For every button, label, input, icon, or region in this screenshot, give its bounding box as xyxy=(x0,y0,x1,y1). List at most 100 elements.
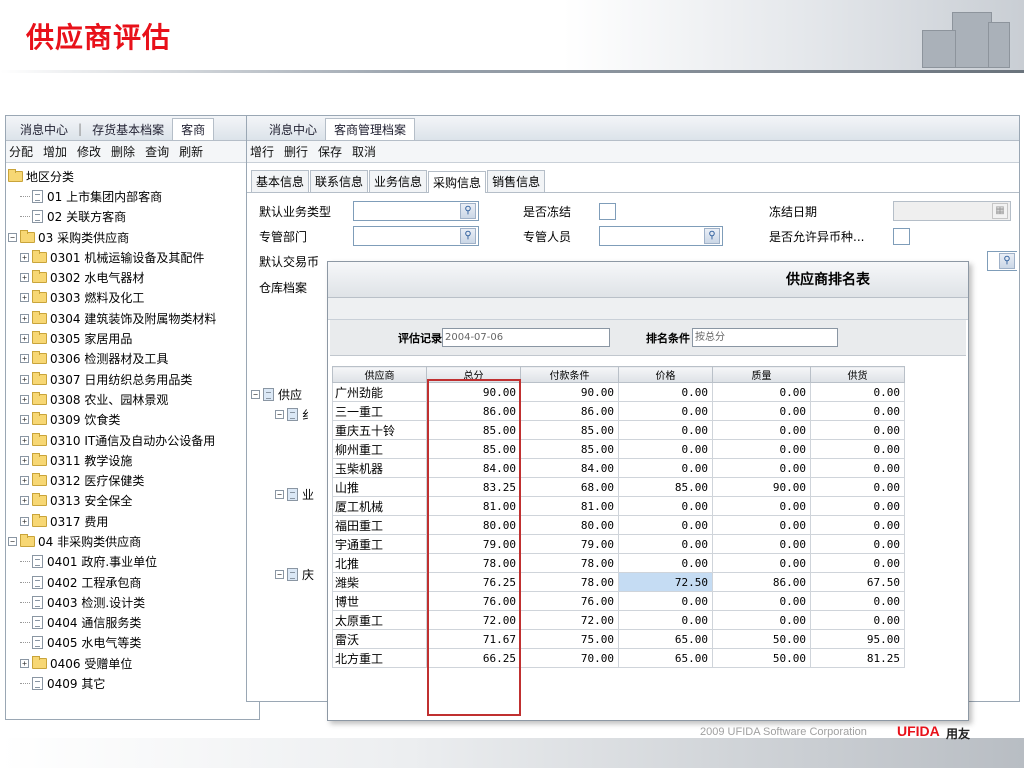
table-row[interactable]: 厦工机械 81.00 81.00 0.00 0.00 0.00 xyxy=(332,496,905,516)
query-button[interactable]: 查询 xyxy=(145,143,169,160)
column-header[interactable]: 供货 xyxy=(810,366,905,383)
expand-icon[interactable]: + xyxy=(20,658,29,668)
search-icon[interactable]: ⚲ xyxy=(460,228,476,244)
tree-node[interactable]: +0304 建筑装饰及附属物类材料 xyxy=(6,308,259,328)
expand-icon[interactable]: + xyxy=(20,394,29,404)
column-header[interactable]: 付款条件 xyxy=(520,366,619,383)
expand-icon[interactable]: + xyxy=(20,455,29,465)
tree-node[interactable]: 地区分类 xyxy=(6,166,259,186)
table-row[interactable]: 重庆五十铃 85.00 85.00 0.00 0.00 0.00 xyxy=(332,420,905,440)
tree-node[interactable]: +0301 机械运输设备及其配件 xyxy=(6,247,259,267)
frozen-checkbox[interactable] xyxy=(599,203,616,220)
expand-icon[interactable]: + xyxy=(20,516,29,526)
tab-merchant[interactable]: 客商 xyxy=(172,118,215,140)
collapse-icon[interactable]: − xyxy=(251,389,260,399)
save-button[interactable]: 保存 xyxy=(318,143,342,160)
allow-currency-checkbox[interactable] xyxy=(893,228,910,245)
table-row[interactable]: 宇通重工 79.00 79.00 0.00 0.00 0.00 xyxy=(332,534,905,554)
tab-business-info[interactable]: 业务信息 xyxy=(369,170,428,192)
currency-input[interactable]: ⚲ xyxy=(987,251,1017,271)
table-row[interactable]: 三一重工 86.00 86.00 0.00 0.00 0.00 xyxy=(332,401,905,421)
tree-node[interactable]: +0302 水电气器材 xyxy=(6,267,259,287)
column-header[interactable]: 总分 xyxy=(426,366,521,383)
table-row[interactable]: 柳州重工 85.00 85.00 0.00 0.00 0.00 xyxy=(332,439,905,459)
tree-node[interactable]: − 纟 xyxy=(275,404,314,424)
expand-icon[interactable]: + xyxy=(20,435,29,445)
tree-node[interactable]: +0303 燃料及化工 xyxy=(6,288,259,308)
tree-node[interactable]: − 03 采购类供应商 xyxy=(6,227,259,247)
tree-node[interactable]: 0401 政府.事业单位 xyxy=(6,552,259,572)
column-header[interactable]: 供应商 xyxy=(332,366,427,383)
tab-message-center[interactable]: 消息中心 xyxy=(261,118,325,140)
expand-icon[interactable]: + xyxy=(20,252,29,262)
tree-node[interactable]: +0312 医疗保健类 xyxy=(6,470,259,490)
search-icon[interactable]: ⚲ xyxy=(704,228,720,244)
table-row[interactable]: 太原重工 72.00 72.00 0.00 0.00 0.00 xyxy=(332,610,905,630)
collapse-icon[interactable]: − xyxy=(275,569,284,579)
table-row[interactable]: 玉柴机器 84.00 84.00 0.00 0.00 0.00 xyxy=(332,458,905,478)
tree-node[interactable]: 0405 水电气等类 xyxy=(6,633,259,653)
column-header[interactable]: 价格 xyxy=(618,366,713,383)
expand-icon[interactable]: + xyxy=(20,293,29,303)
table-row[interactable]: 北方重工 66.25 70.00 65.00 50.00 81.25 xyxy=(332,648,905,668)
tree-node[interactable]: +0311 教学设施 xyxy=(6,450,259,470)
search-icon[interactable]: ⚲ xyxy=(460,203,476,219)
delete-button[interactable]: 删除 xyxy=(111,143,135,160)
collapse-icon[interactable]: − xyxy=(275,489,284,499)
tree-node[interactable]: +0308 农业、园林景观 xyxy=(6,389,259,409)
table-row[interactable]: 山推 83.25 68.00 85.00 90.00 0.00 xyxy=(332,477,905,497)
expand-icon[interactable]: + xyxy=(20,273,29,283)
tree-node[interactable]: +0313 安全保全 xyxy=(6,491,259,511)
tree-node[interactable]: 0403 检测.设计类 xyxy=(6,592,259,612)
tree-node[interactable]: +0309 饮食类 xyxy=(6,410,259,430)
expand-icon[interactable]: + xyxy=(20,496,29,506)
tab-merchant-archive[interactable]: 客商管理档案 xyxy=(325,118,416,140)
tree-node[interactable]: +0305 家居用品 xyxy=(6,328,259,348)
table-row[interactable]: 广州劲能 90.00 90.00 0.00 0.00 0.00 xyxy=(332,382,905,402)
expand-icon[interactable]: + xyxy=(20,374,29,384)
table-row[interactable]: 潍柴 76.25 78.00 72.50 86.00 67.50 xyxy=(332,572,905,592)
frozen-date-input[interactable]: ▦ xyxy=(893,201,1011,221)
refresh-button[interactable]: 刷新 xyxy=(179,143,203,160)
biz-type-input[interactable]: ⚲ xyxy=(353,201,479,221)
tab-purchase-info[interactable]: 采购信息 xyxy=(428,171,487,193)
table-row[interactable]: 北推 78.00 78.00 0.00 0.00 0.00 xyxy=(332,553,905,573)
expand-icon[interactable]: + xyxy=(20,334,29,344)
collapse-icon[interactable]: − xyxy=(275,409,284,419)
expand-icon[interactable]: + xyxy=(20,354,29,364)
staff-input[interactable]: ⚲ xyxy=(599,226,723,246)
add-row-button[interactable]: 增行 xyxy=(250,143,274,160)
search-icon[interactable]: ⚲ xyxy=(999,253,1015,269)
tab-message-center[interactable]: 消息中心 xyxy=(12,118,76,140)
tree-node[interactable]: 0404 通信服务类 xyxy=(6,613,259,633)
tree-node[interactable]: − 供应 xyxy=(251,384,302,404)
column-header[interactable]: 质量 xyxy=(712,366,811,383)
collapse-icon[interactable]: − xyxy=(8,232,17,242)
tab-basic-info[interactable]: 基本信息 xyxy=(251,170,310,192)
rank-condition-input[interactable]: 按总分 xyxy=(692,328,838,347)
table-row[interactable]: 福田重工 80.00 80.00 0.00 0.00 0.00 xyxy=(332,515,905,535)
tree-node[interactable]: 0402 工程承包商 xyxy=(6,572,259,592)
tree-node[interactable]: − 业 xyxy=(275,484,314,504)
tree-node[interactable]: +0307 日用纺织总务用品类 xyxy=(6,369,259,389)
collapse-icon[interactable]: − xyxy=(8,536,17,546)
expand-icon[interactable]: + xyxy=(20,313,29,323)
tree-node[interactable]: +0317 费用 xyxy=(6,511,259,531)
tree-node[interactable]: +0310 IT通信及自动办公设备用 xyxy=(6,430,259,450)
assign-button[interactable]: 分配 xyxy=(9,143,33,160)
tree-node[interactable]: 01 上市集团内部客商 xyxy=(6,186,259,206)
dept-input[interactable]: ⚲ xyxy=(353,226,479,246)
tab-sales-info[interactable]: 销售信息 xyxy=(487,170,546,192)
table-row[interactable]: 雷沃 71.67 75.00 65.00 50.00 95.00 xyxy=(332,629,905,649)
add-button[interactable]: 增加 xyxy=(43,143,67,160)
tree-node[interactable]: − 04 非采购类供应商 xyxy=(6,531,259,551)
tree-node[interactable]: 02 关联方客商 xyxy=(6,207,259,227)
tree-node[interactable]: +0306 检测器材及工具 xyxy=(6,349,259,369)
tree-node[interactable]: − 庆 xyxy=(275,564,314,584)
expand-icon[interactable]: + xyxy=(20,476,29,486)
tree-node[interactable]: +0406 受赠单位 xyxy=(6,653,259,673)
delete-row-button[interactable]: 删行 xyxy=(284,143,308,160)
eval-record-input[interactable]: 2004-07-06 xyxy=(442,328,610,347)
tree-node[interactable]: 0409 其它 xyxy=(6,673,259,693)
table-row[interactable]: 博世 76.00 76.00 0.00 0.00 0.00 xyxy=(332,591,905,611)
